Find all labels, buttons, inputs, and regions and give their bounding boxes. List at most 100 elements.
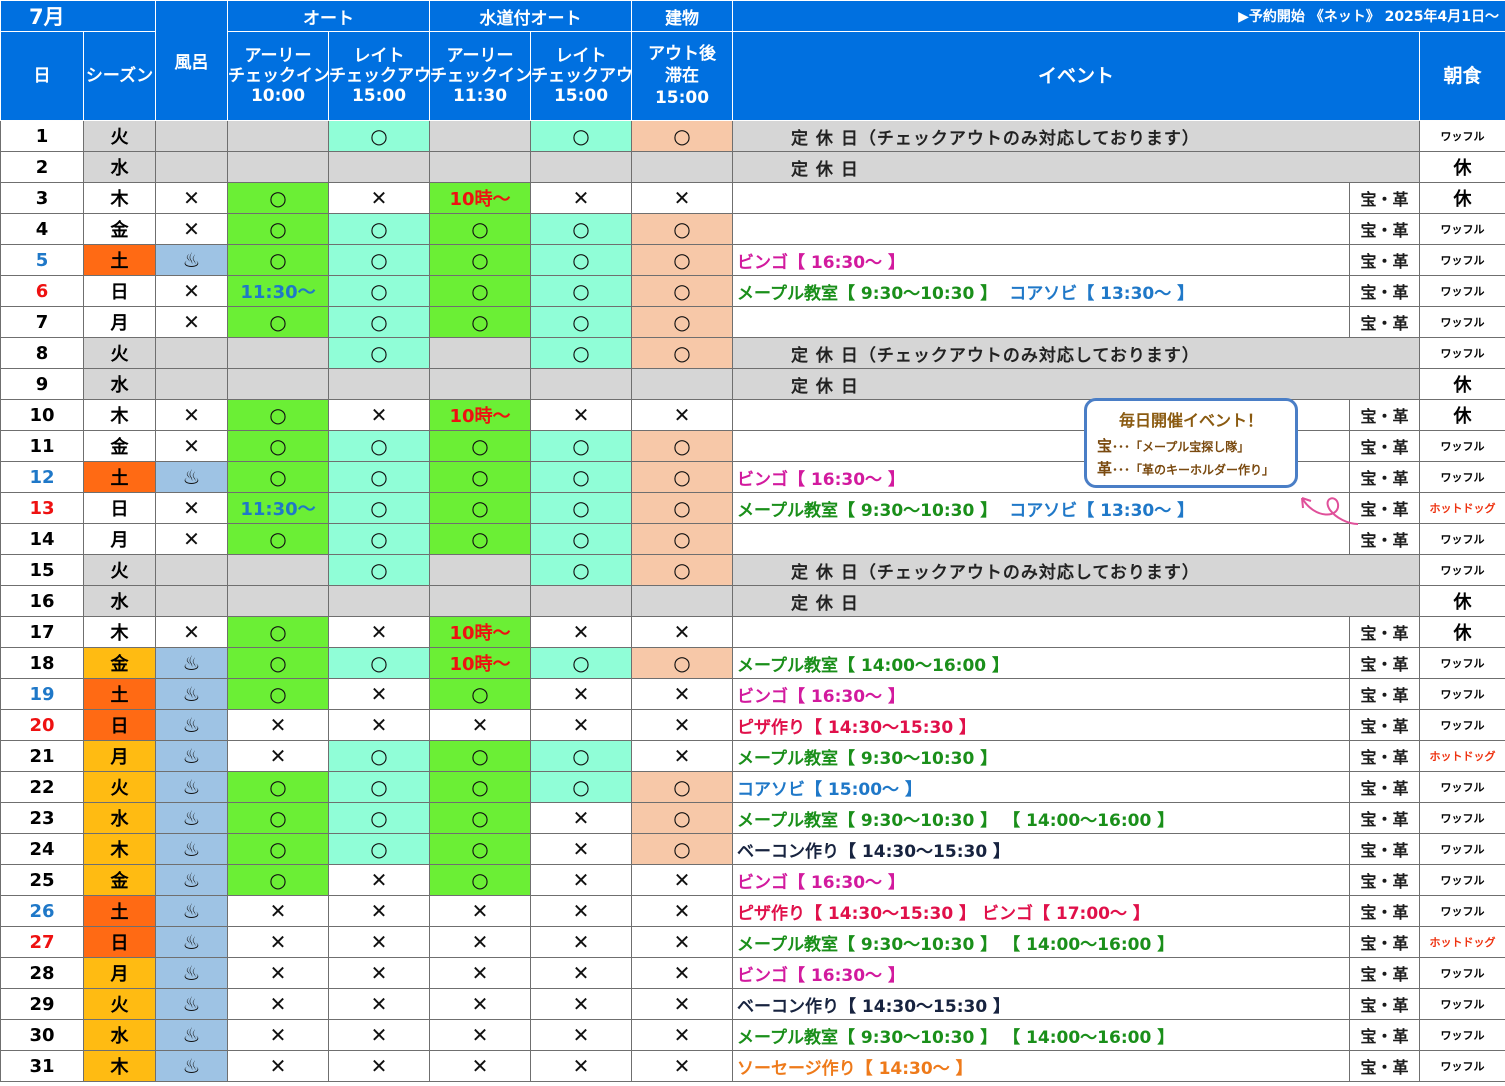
auto-late-cell: ○ <box>328 120 430 152</box>
day-cell: 15 <box>0 554 84 586</box>
calendar-row: 19 土 ♨ ○ ✕ ○ ✕ ✕ ビンゴ【 16:30～ 】宝・革 ワッフル <box>0 678 1505 710</box>
water-early-cell: ○ <box>429 833 531 865</box>
building-group-header: 建物 <box>631 0 733 32</box>
daily-activity-cell: 宝・革 <box>1349 802 1420 834</box>
water-early-cell: ○ <box>429 523 531 555</box>
bath-cell <box>155 120 228 152</box>
event-cell: ピザ作り【 14:30～15:30 】 ビンゴ【 17:00～ 】 <box>732 895 1350 927</box>
auto-late-cell: ✕ <box>328 895 430 927</box>
daily-activity-cell: 宝・革 <box>1349 213 1420 245</box>
auto-late-checkout-header: レイトチェックアウト15:00 <box>328 31 430 121</box>
season-cell: 月 <box>83 957 156 989</box>
water-late-cell <box>530 151 632 183</box>
auto-early-cell <box>227 554 329 586</box>
breakfast-cell: ワッフル <box>1418 678 1505 710</box>
event-cell: ベーコン作り【 14:30～15:30 】 <box>732 833 1350 865</box>
closed-notice-cell: 定 休 日 <box>732 151 1420 183</box>
calendar-row: 8 火 ○ ○ ○ 定 休 日（チェックアウトのみ対応しております） ワッフル <box>0 337 1505 369</box>
callout-arrow-icon <box>1301 497 1359 525</box>
event-cell: メープル教室【 9:30～10:30 】 <box>732 740 1350 772</box>
building-stay-cell: ○ <box>631 833 733 865</box>
building-stay-cell: ✕ <box>631 988 733 1020</box>
bath-cell: ♨ <box>155 864 228 896</box>
bath-cell: ♨ <box>155 802 228 834</box>
event-cell: メープル教室【 9:30～10:30 】 【 14:00～16:00 】 <box>732 802 1350 834</box>
breakfast-cell: ホットドッグ <box>1418 740 1505 772</box>
daily-activity-cell: 宝・革 <box>1349 275 1420 307</box>
auto-late-cell: ✕ <box>328 988 430 1020</box>
event-cell: ソーセージ作り【 14:30～ 】 <box>732 1050 1350 1082</box>
water-early-cell: 10時～ <box>429 647 531 679</box>
auto-early-cell: ✕ <box>227 988 329 1020</box>
event-text: ピザ作り【 14:30～15:30 】 <box>737 717 977 738</box>
season-cell: 月 <box>83 306 156 338</box>
day-cell: 1 <box>0 120 84 152</box>
water-late-checkout-header: レイトチェックアウト15:00 <box>530 31 632 121</box>
season-cell: 月 <box>83 523 156 555</box>
day-cell: 6 <box>0 275 84 307</box>
auto-early-cell: ○ <box>227 833 329 865</box>
season-header: シーズン <box>83 31 156 121</box>
day-cell: 4 <box>0 213 84 245</box>
day-cell: 12 <box>0 461 84 493</box>
auto-early-cell: ✕ <box>227 740 329 772</box>
season-cell: 金 <box>83 647 156 679</box>
water-late-cell: ○ <box>530 740 632 772</box>
daily-activity-cell: 宝・革 <box>1349 1050 1420 1082</box>
callout-leather-line: 革･･･「革のキーホルダー作り」 <box>1097 460 1275 478</box>
auto-early-cell: ○ <box>227 461 329 493</box>
water-early-cell <box>429 120 531 152</box>
event-cell: メープル教室【 14:00～16:00 】 <box>732 647 1350 679</box>
water-early-cell: ○ <box>429 461 531 493</box>
water-late-cell: ○ <box>530 492 632 524</box>
event-text-secondary: コアソビ【 13:30～ 】 <box>1009 500 1195 521</box>
water-late-cell: ✕ <box>530 678 632 710</box>
season-cell: 火 <box>83 337 156 369</box>
day-cell: 29 <box>0 988 84 1020</box>
day-cell: 24 <box>0 833 84 865</box>
building-stay-cell: ○ <box>631 523 733 555</box>
bath-cell: ♨ <box>155 957 228 989</box>
event-cell: ベーコン作り【 14:30～15:30 】 <box>732 988 1350 1020</box>
breakfast-cell: ワッフル <box>1418 895 1505 927</box>
season-cell: 日 <box>83 275 156 307</box>
event-cell: メープル教室【 9:30～10:30 】 【 14:00～16:00 】 <box>732 926 1350 958</box>
bath-cell <box>155 368 228 400</box>
building-stay-cell: ○ <box>631 213 733 245</box>
closed-notice-cell: 定 休 日 <box>732 585 1420 617</box>
breakfast-cell: ワッフル <box>1418 833 1505 865</box>
auto-late-cell: ○ <box>328 647 430 679</box>
auto-early-cell: 11:30～ <box>227 275 329 307</box>
event-cell: コアソビ【 15:00～ 】 <box>732 771 1350 803</box>
building-stay-header: アウト後 滞在 15:00 <box>631 31 733 121</box>
breakfast-cell: ワッフル <box>1418 864 1505 896</box>
breakfast-cell: ワッフル <box>1418 554 1505 586</box>
breakfast-cell: ワッフル <box>1418 306 1505 338</box>
auto-early-cell: ○ <box>227 678 329 710</box>
breakfast-cell: ワッフル <box>1418 461 1505 493</box>
day-cell: 13 <box>0 492 84 524</box>
closed-notice-cell: 定 休 日（チェックアウトのみ対応しております） <box>732 554 1420 586</box>
calendar-row: 14 月 ✕ ○ ○ ○ ○ ○ 宝・革 ワッフル <box>0 523 1505 555</box>
bath-cell: ♨ <box>155 678 228 710</box>
auto-early-cell: ○ <box>227 213 329 245</box>
building-stay-cell: ○ <box>631 647 733 679</box>
auto-late-cell: ✕ <box>328 616 430 648</box>
bath-cell <box>155 585 228 617</box>
water-late-cell: ○ <box>530 523 632 555</box>
season-cell: 日 <box>83 492 156 524</box>
breakfast-cell: 休 <box>1418 585 1505 617</box>
event-text: メープル教室【 9:30～10:30 】 【 14:00～16:00 】 <box>737 810 1175 831</box>
day-header: 日 <box>0 31 84 121</box>
auto-early-cell <box>227 368 329 400</box>
water-late-cell: ○ <box>530 771 632 803</box>
auto-early-cell <box>227 337 329 369</box>
day-cell: 27 <box>0 926 84 958</box>
callout-title: 毎日開催イベント！ <box>1118 411 1263 430</box>
bath-cell: ✕ <box>155 399 228 431</box>
event-text: メープル教室【 9:30～10:30 】 【 14:00～16:00 】 <box>737 934 1175 955</box>
day-cell: 21 <box>0 740 84 772</box>
water-late-cell: ○ <box>530 337 632 369</box>
auto-late-cell: ✕ <box>328 182 430 214</box>
building-stay-cell: ○ <box>631 430 733 462</box>
